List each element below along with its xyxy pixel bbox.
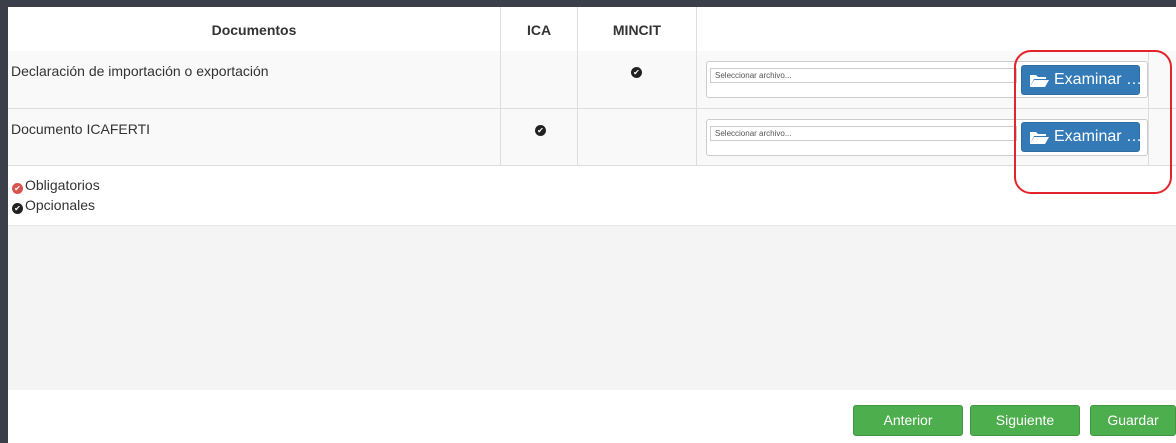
- table-row: Declaración de importación o exportación…: [8, 51, 1176, 109]
- check-circle-icon: ✔: [631, 67, 642, 78]
- folder-open-icon: [1030, 75, 1049, 87]
- header-mincit: MINCIT: [612, 22, 662, 38]
- column-divider: [1148, 51, 1149, 165]
- table-row: Documento ICAFERTI ✔ Seleccionar archivo…: [8, 109, 1176, 166]
- legend-optional: ✔ Opcionales: [12, 197, 95, 214]
- column-divider: [500, 7, 501, 165]
- previous-button[interactable]: Anterior: [853, 405, 963, 436]
- legend-required-label: Obligatorios: [25, 177, 100, 193]
- save-button[interactable]: Guardar: [1090, 405, 1176, 436]
- table-header: Documentos ICA MINCIT: [8, 7, 1176, 53]
- browse-button-label: Examinar …: [1054, 128, 1143, 145]
- header-documentos: Documentos: [211, 22, 297, 38]
- legend-required: ✔ Obligatorios: [12, 177, 100, 194]
- document-name: Declaración de importación o exportación: [11, 63, 269, 79]
- file-path-input[interactable]: Seleccionar archivo...: [710, 126, 1017, 141]
- next-button[interactable]: Siguiente: [970, 405, 1080, 436]
- document-panel: Documentos ICA MINCIT Declaración de imp…: [0, 0, 1176, 443]
- browse-button[interactable]: Examinar …: [1021, 122, 1143, 152]
- document-name: Documento ICAFERTI: [11, 121, 151, 137]
- check-circle-icon: ✔: [535, 125, 546, 136]
- browse-button[interactable]: Examinar …: [1021, 65, 1143, 95]
- column-divider: [696, 7, 697, 165]
- column-divider: [577, 7, 578, 165]
- file-path-input[interactable]: Seleccionar archivo...: [710, 68, 1017, 83]
- empty-content-area: [8, 225, 1176, 390]
- browse-button-label: Examinar …: [1054, 71, 1143, 88]
- header-ica: ICA: [526, 22, 552, 38]
- legend-optional-label: Opcionales: [25, 197, 96, 213]
- check-circle-icon: ✔: [12, 203, 23, 214]
- check-circle-icon: ✔: [12, 183, 23, 194]
- folder-open-icon: [1030, 132, 1049, 144]
